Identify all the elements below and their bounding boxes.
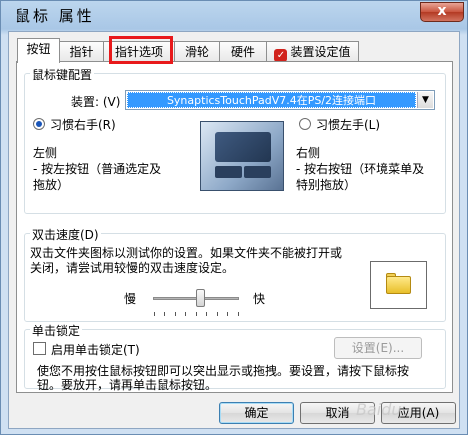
button-label: 应用(A) (397, 406, 440, 420)
mouse-properties-window: 鼠标 属性 x 按钮 指针 指针选项 滑轮 硬件 ✓ 装置设定值 鼠标键配置 装… (0, 0, 468, 435)
window-title: 鼠标 属性 (15, 7, 95, 25)
device-select[interactable]: SynapticsTouchPadV7.4在PS/2连接端口 ▼ (125, 90, 435, 110)
click-lock-checkbox[interactable] (33, 342, 46, 355)
left-side-desc: 拖放） (33, 178, 70, 192)
group-label: 单击锁定 (30, 322, 83, 339)
tab-label: 装置设定值 (290, 45, 351, 59)
double-click-desc: 关闭，请尝试用较慢的双击速度设定。 (30, 261, 235, 275)
right-side-title: 右侧 (296, 146, 321, 160)
tab-label: 指针 (69, 45, 94, 59)
watermark-text: Baidu (356, 400, 402, 419)
tab-device-settings[interactable]: ✓ 装置设定值 (266, 41, 359, 63)
slider-tick (196, 312, 197, 316)
tab-pointers[interactable]: 指针 (59, 41, 104, 63)
slider-tick (227, 312, 228, 316)
slider-tick (154, 312, 155, 316)
right-side-desc: 特别拖放） (296, 178, 357, 192)
device-label: 装置: (V) (71, 95, 121, 109)
button-label: 确定 (244, 406, 269, 420)
click-lock-settings-button[interactable]: 设置(E)... (334, 337, 422, 359)
button-label: 设置(E)... (351, 341, 405, 355)
tab-buttons[interactable]: 按钮 (17, 38, 60, 63)
double-click-speed-group: 双击速度(D) 双击文件夹图标以测试你的设置。如果文件夹不能被打开或 关闭，请尝… (24, 226, 446, 322)
click-lock-desc: 钮。要放开，请再单击鼠标按钮。 (37, 378, 218, 392)
tab-strip: 按钮 指针 指针选项 滑轮 硬件 ✓ 装置设定值 (17, 38, 457, 63)
click-lock-label[interactable]: 启用单击锁定(T) (51, 341, 140, 358)
double-click-slider-thumb[interactable] (196, 289, 205, 307)
buttons-tab-page: 鼠标键配置 装置: (V) SynapticsTouchPadV7.4在PS/2… (16, 61, 453, 393)
right-hand-label[interactable]: 习惯右手(R) (50, 116, 116, 133)
slider-tick (206, 312, 207, 316)
button-config-group: 鼠标键配置 装置: (V) SynapticsTouchPadV7.4在PS/2… (24, 66, 446, 214)
tab-wheel[interactable]: 滑轮 (174, 41, 220, 63)
folder-icon (386, 276, 411, 294)
close-button[interactable]: x (420, 2, 464, 22)
fast-label: 快 (253, 292, 266, 306)
tab-label: 按钮 (26, 42, 51, 56)
test-folder-area[interactable] (370, 261, 427, 309)
tab-label: 滑轮 (184, 45, 209, 59)
annotation-highlight-box (109, 36, 173, 64)
slider-tick (175, 312, 176, 316)
close-icon: x (437, 3, 447, 19)
slow-label: 慢 (124, 292, 137, 306)
title-bar[interactable]: 鼠标 属性 x (1, 1, 467, 31)
left-side-title: 左侧 (33, 146, 58, 160)
ok-button[interactable]: 确定 (219, 402, 294, 424)
left-side-desc: - 按左按钮（普通选定及 (33, 162, 162, 176)
button-label: 取消 (325, 406, 350, 420)
tab-hardware[interactable]: 硬件 (219, 41, 267, 63)
group-label: 鼠标键配置 (30, 66, 95, 83)
right-side-desc: - 按右按钮（环境菜单及 (296, 162, 425, 176)
dialog-client-area: 按钮 指针 指针选项 滑轮 硬件 ✓ 装置设定值 鼠标键配置 装置: (V) S… (8, 31, 460, 429)
right-hand-radio[interactable] (33, 118, 45, 130)
touchpad-image (200, 121, 284, 191)
slider-tick (164, 312, 165, 316)
click-lock-group: 单击锁定 启用单击锁定(T) 设置(E)... 使您不用按住鼠标按钮即可以突出显… (24, 322, 446, 392)
slider-tick (217, 312, 218, 316)
device-select-value: SynapticsTouchPadV7.4在PS/2连接端口 (127, 92, 416, 108)
chevron-down-icon[interactable]: ▼ (417, 92, 433, 108)
tab-label: 硬件 (230, 45, 255, 59)
slider-tick (238, 312, 239, 316)
group-label: 双击速度(D) (30, 226, 101, 243)
left-hand-radio[interactable] (299, 118, 311, 130)
slider-tick (185, 312, 186, 316)
left-hand-label[interactable]: 习惯左手(L) (316, 116, 380, 133)
